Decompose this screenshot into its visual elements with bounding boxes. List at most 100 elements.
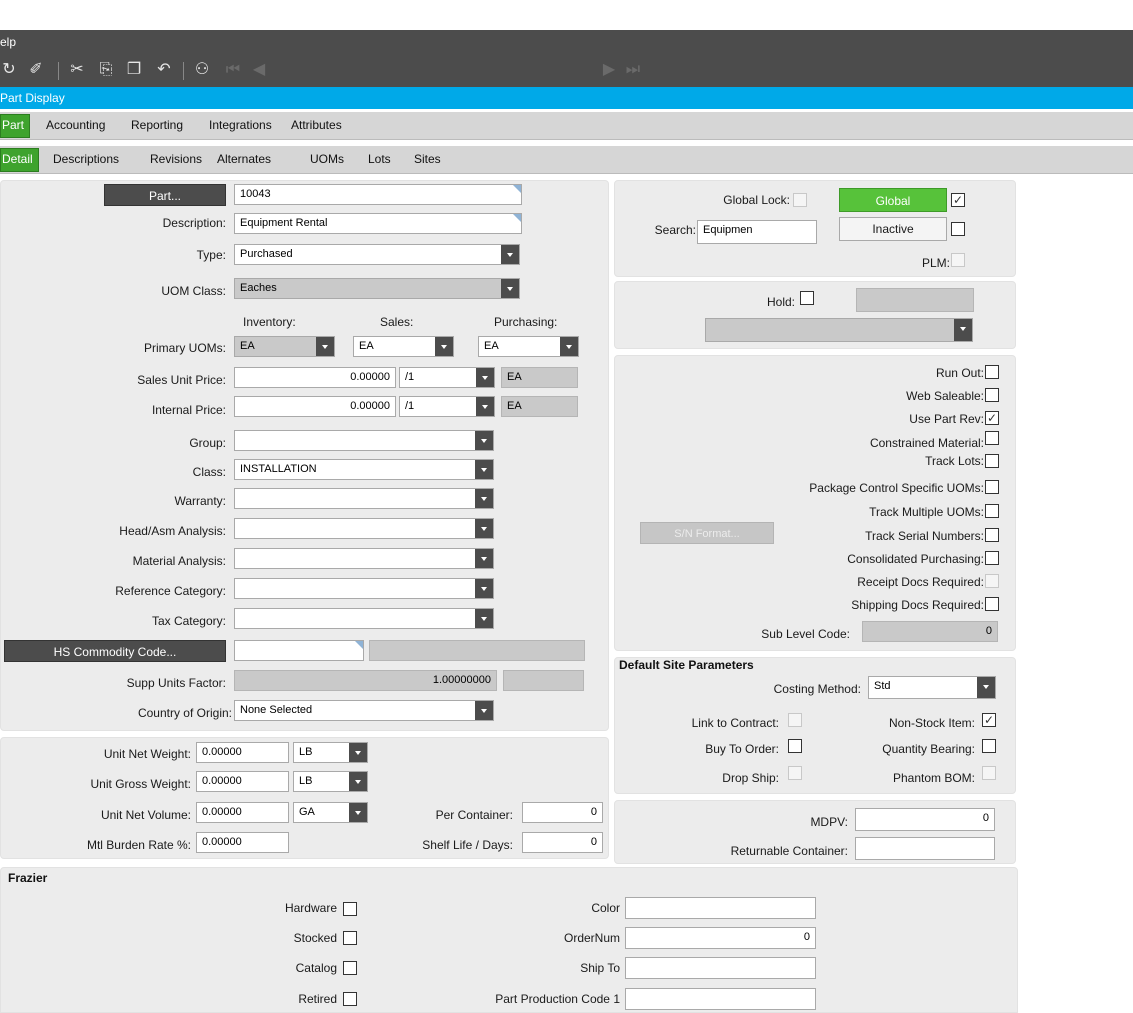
chevron-down-icon[interactable]	[349, 772, 367, 791]
hs-commodity-code-button[interactable]: HS Commodity Code...	[4, 640, 226, 662]
inactive-button[interactable]: Inactive	[839, 217, 947, 241]
buy-to-order-checkbox[interactable]	[788, 739, 802, 753]
color-input[interactable]	[625, 897, 816, 919]
ordernum-input[interactable]: 0	[625, 927, 816, 949]
search-input[interactable]: Equipmen	[697, 220, 817, 244]
binoculars-icon[interactable]: ⚇	[193, 60, 211, 80]
track-multiple-uoms-checkbox[interactable]	[985, 504, 999, 518]
tax-category-select[interactable]	[234, 608, 494, 629]
tab-sites[interactable]: Sites	[414, 152, 441, 166]
stocked-checkbox[interactable]	[343, 931, 357, 945]
chevron-down-icon[interactable]	[501, 245, 519, 264]
chevron-down-icon[interactable]	[475, 431, 493, 450]
shelf-life-input[interactable]: 0	[522, 832, 603, 853]
tab-accounting[interactable]: Accounting	[46, 118, 105, 132]
tab-attributes[interactable]: Attributes	[291, 118, 342, 132]
chevron-down-icon[interactable]	[954, 319, 972, 341]
chevron-down-icon[interactable]	[501, 279, 519, 298]
internal-price-per-select[interactable]: /1	[399, 396, 495, 417]
group-select[interactable]	[234, 430, 494, 451]
chevron-down-icon[interactable]	[475, 460, 493, 479]
track-serial-numbers-checkbox[interactable]	[985, 528, 999, 542]
ship-to-input[interactable]	[625, 957, 816, 979]
chevron-down-icon[interactable]	[475, 519, 493, 538]
consolidated-purchasing-checkbox[interactable]	[985, 551, 999, 565]
global-lock-checkbox[interactable]	[793, 193, 807, 207]
mdpv-input[interactable]: 0	[855, 808, 995, 831]
drop-ship-checkbox[interactable]	[788, 766, 802, 780]
description-input[interactable]: Equipment Rental	[234, 213, 522, 234]
undo-icon[interactable]: ↶	[155, 60, 173, 80]
hs-commodity-code-input[interactable]	[234, 640, 364, 661]
constrained-material-checkbox[interactable]	[985, 431, 999, 445]
sales-uom-select[interactable]: EA	[353, 336, 454, 357]
link-to-contract-checkbox[interactable]	[788, 713, 802, 727]
first-record-icon[interactable]: ⏮	[224, 60, 242, 80]
unit-net-weight-uom-select[interactable]: LB	[293, 742, 368, 763]
clear-icon[interactable]: ✐	[27, 60, 45, 80]
purchasing-uom-select[interactable]: EA	[478, 336, 579, 357]
phantom-bom-checkbox[interactable]	[982, 766, 996, 780]
tab-revisions[interactable]: Revisions	[150, 152, 202, 166]
hold-checkbox[interactable]	[800, 291, 814, 305]
menu-help[interactable]: elp	[0, 35, 16, 49]
mtl-burden-rate-input[interactable]: 0.00000	[196, 832, 289, 853]
non-stock-item-checkbox[interactable]: ✓	[982, 713, 996, 727]
reference-category-select[interactable]	[234, 578, 494, 599]
receipt-docs-checkbox[interactable]	[985, 574, 999, 588]
global-button[interactable]: Global	[839, 188, 947, 212]
unit-net-volume-uom-select[interactable]: GA	[293, 802, 368, 823]
costing-method-select[interactable]: Std	[868, 676, 996, 699]
chevron-down-icon[interactable]	[475, 609, 493, 628]
country-of-origin-select[interactable]: None Selected	[234, 700, 494, 721]
chevron-down-icon[interactable]	[475, 579, 493, 598]
tab-lots[interactable]: Lots	[368, 152, 391, 166]
chevron-down-icon[interactable]	[977, 677, 995, 698]
unit-gross-weight-uom-select[interactable]: LB	[293, 771, 368, 792]
tab-reporting[interactable]: Reporting	[131, 118, 183, 132]
chevron-down-icon[interactable]	[476, 397, 494, 416]
chevron-down-icon[interactable]	[475, 701, 493, 720]
sn-format-button[interactable]: S/N Format...	[640, 522, 774, 544]
unit-gross-weight-input[interactable]: 0.00000	[196, 771, 289, 792]
inventory-uom-select[interactable]: EA	[234, 336, 335, 357]
chevron-down-icon[interactable]	[475, 489, 493, 508]
package-control-checkbox[interactable]	[985, 480, 999, 494]
returnable-container-input[interactable]	[855, 837, 995, 860]
hold-reason-select[interactable]	[705, 318, 973, 342]
chevron-down-icon[interactable]	[435, 337, 453, 356]
plm-checkbox[interactable]	[951, 253, 965, 267]
catalog-checkbox[interactable]	[343, 961, 357, 975]
shipping-docs-checkbox[interactable]	[985, 597, 999, 611]
tab-part[interactable]: Part	[0, 114, 31, 138]
head-asm-analysis-select[interactable]	[234, 518, 494, 539]
refresh-icon[interactable]: ↻	[0, 60, 18, 80]
part-number-input[interactable]: 10043	[234, 184, 522, 205]
tab-descriptions[interactable]: Descriptions	[53, 152, 119, 166]
chevron-down-icon[interactable]	[316, 337, 334, 356]
use-part-rev-checkbox[interactable]: ✓	[985, 411, 999, 425]
last-record-icon[interactable]: ⏭	[624, 60, 642, 80]
global-checkbox[interactable]: ✓	[951, 193, 965, 207]
chevron-down-icon[interactable]	[560, 337, 578, 356]
chevron-down-icon[interactable]	[475, 549, 493, 568]
hardware-checkbox[interactable]	[343, 902, 357, 916]
cut-icon[interactable]: ✂	[68, 60, 86, 80]
chevron-down-icon[interactable]	[349, 743, 367, 762]
per-container-input[interactable]: 0	[522, 802, 603, 823]
part-button[interactable]: Part...	[104, 184, 226, 206]
tab-alternates[interactable]: Alternates	[217, 152, 271, 166]
tab-detail[interactable]: Detail	[0, 148, 39, 172]
chevron-down-icon[interactable]	[476, 368, 494, 387]
copy-icon[interactable]: ⎘	[97, 60, 115, 80]
track-lots-checkbox[interactable]	[985, 454, 999, 468]
run-out-checkbox[interactable]	[985, 365, 999, 379]
internal-price-input[interactable]: 0.00000	[234, 396, 396, 417]
type-select[interactable]: Purchased	[234, 244, 520, 265]
uom-class-select[interactable]: Eaches	[234, 278, 520, 299]
quantity-bearing-checkbox[interactable]	[982, 739, 996, 753]
retired-checkbox[interactable]	[343, 992, 357, 1006]
material-analysis-select[interactable]	[234, 548, 494, 569]
part-production-code-input[interactable]	[625, 988, 816, 1010]
unit-net-volume-input[interactable]: 0.00000	[196, 802, 289, 823]
